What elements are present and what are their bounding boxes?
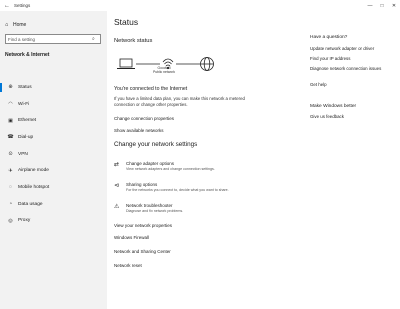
sidebar-item-airplane[interactable]: ✈ Airplane mode (0, 162, 107, 179)
window-controls: — □ ✕ (364, 0, 400, 11)
sidebar-item-proxy[interactable]: ◎ Proxy (0, 213, 107, 230)
main-content: Status Network status Goodwill Public ne… (107, 11, 297, 309)
option-title: Sharing options (126, 182, 158, 187)
related-panel: Have a question? Update network adapter … (307, 11, 400, 309)
change-settings-heading: Change your network settings (114, 141, 198, 148)
show-available-networks-link[interactable]: Show available networks (114, 128, 164, 133)
question-heading: Have a question? (310, 35, 348, 40)
option-title: Network troubleshooter (126, 203, 173, 208)
sidebar-item-label: Proxy (18, 218, 31, 224)
close-button[interactable]: ✕ (388, 0, 400, 11)
hotspot-icon: ◌ (9, 184, 12, 191)
connected-status: You're connected to the Internet (114, 86, 188, 92)
change-adapter-options[interactable]: ⇄ Change adapter options View network ad… (114, 161, 215, 171)
diagnose-connection-link[interactable]: Diagnose network connection issues (310, 66, 396, 72)
option-desc: Diagnose and fix network problems. (126, 209, 184, 213)
laptop-icon (117, 58, 135, 69)
wifi-icon: ◠ (8, 101, 13, 108)
network-info: Goodwill Public network (151, 66, 177, 74)
sidebar-item-wifi[interactable]: ◠ Wi-Fi (0, 96, 107, 113)
get-help-link[interactable]: Get help (310, 82, 396, 88)
windows-firewall-link[interactable]: Windows Firewall (114, 235, 149, 240)
option-title: Change adapter options (126, 161, 175, 166)
network-type: Public network (152, 70, 176, 75)
page-title: Status (114, 17, 139, 27)
network-reset-link[interactable]: Network reset (114, 263, 142, 268)
give-feedback-link[interactable]: Give us feedback (310, 114, 396, 120)
home-icon: ⌂ (5, 22, 9, 28)
phone-icon: ☎ (7, 134, 14, 141)
status-icon: ⊕ (8, 84, 13, 91)
sharing-options[interactable]: ⊲ Sharing options For the networks you c… (114, 182, 229, 192)
ethernet-icon: ▣ (8, 117, 13, 124)
sidebar-item-dialup[interactable]: ☎ Dial-up (0, 129, 107, 146)
search-placeholder: Find a setting (8, 36, 36, 42)
warning-icon: ⚠ (114, 204, 120, 210)
limited-plan-text: If you have a limited data plan, you can… (114, 96, 245, 107)
update-adapter-link[interactable]: Update network adapter or driver (310, 46, 396, 52)
minimize-button[interactable]: — (364, 0, 376, 11)
globe-icon (200, 57, 214, 71)
view-network-properties-link[interactable]: View your network properties (114, 223, 172, 228)
sidebar-item-status[interactable]: ⊕ Status (0, 79, 107, 96)
adapter-icon: ⇄ (114, 162, 120, 168)
sharing-icon: ⊲ (114, 183, 120, 189)
vpn-icon: ⊙ (8, 151, 13, 158)
find-ip-link[interactable]: Find your IP address (310, 56, 396, 62)
search-icon[interactable]: ⌕ (92, 36, 100, 42)
back-arrow-icon[interactable]: ← (2, 3, 12, 9)
window-title: Settings (14, 3, 31, 8)
airplane-icon: ✈ (8, 167, 13, 174)
network-troubleshooter[interactable]: ⚠ Network troubleshooter Diagnose and fi… (114, 203, 183, 213)
sidebar-item-data-usage[interactable]: ◔ Data usage (0, 196, 107, 213)
network-status-heading: Network status (114, 38, 153, 44)
sidebar-item-hotspot[interactable]: ◌ Mobile hotspot (0, 179, 107, 196)
option-desc: View network adapters and change connect… (126, 167, 215, 171)
sidebar-item-label: VPN (18, 151, 28, 157)
sidebar-item-vpn[interactable]: ⊙ VPN (0, 146, 107, 163)
sidebar-home[interactable]: ⌂ Home (5, 22, 26, 28)
data-usage-icon: ◔ (8, 201, 13, 208)
search-input[interactable]: Find a setting ⌕ (5, 34, 101, 44)
sidebar-item-label: Wi-Fi (18, 101, 30, 107)
proxy-icon: ◎ (8, 217, 13, 224)
title-bar: ← Settings — □ ✕ (0, 0, 400, 11)
network-sharing-center-link[interactable]: Network and Sharing Center (114, 249, 171, 254)
sidebar-item-label: Airplane mode (18, 168, 49, 174)
sidebar-item-label: Dial-up (18, 134, 34, 140)
option-desc: For the networks you connect to, decide … (126, 188, 229, 192)
sidebar-nav: ⊕ Status ◠ Wi-Fi ▣ Ethernet ☎ Dial-up ⊙ … (0, 79, 107, 229)
sidebar-item-label: Data usage (18, 201, 43, 207)
sidebar-item-label: Status (18, 84, 32, 90)
sidebar: ⌂ Home Find a setting ⌕ Network & Intern… (0, 11, 107, 309)
home-label: Home (13, 22, 27, 28)
change-connection-properties-link[interactable]: Change connection properties (114, 116, 174, 121)
sidebar-item-label: Ethernet (18, 118, 37, 124)
sidebar-section-title: Network & Internet (5, 52, 50, 58)
sidebar-item-label: Mobile hotspot (18, 184, 50, 190)
make-windows-better-heading: Make Windows better (310, 104, 357, 109)
sidebar-item-ethernet[interactable]: ▣ Ethernet (0, 112, 107, 129)
maximize-button[interactable]: □ (376, 0, 388, 11)
